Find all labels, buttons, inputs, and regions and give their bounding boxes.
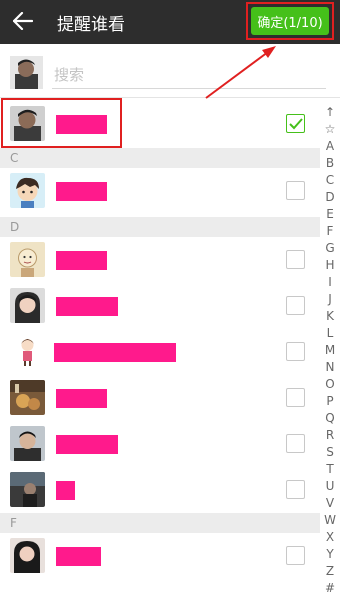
back-arrow-icon xyxy=(13,12,33,30)
index-letter[interactable]: K xyxy=(326,308,334,325)
name-redaction xyxy=(54,343,176,362)
contact-checkbox[interactable] xyxy=(286,342,305,361)
contact-checkbox[interactable] xyxy=(286,296,305,315)
index-letter[interactable]: ↑ xyxy=(325,104,335,121)
index-letter[interactable]: ☆ xyxy=(325,121,336,138)
contact-checkbox[interactable] xyxy=(286,546,305,565)
contact-row[interactable] xyxy=(0,375,320,421)
name-redaction xyxy=(56,251,107,270)
contact-row[interactable] xyxy=(0,283,320,329)
index-letter[interactable]: L xyxy=(327,325,334,342)
food-photo-avatar xyxy=(10,380,45,415)
dark-photo-avatar xyxy=(10,472,45,507)
contact-row[interactable] xyxy=(0,467,320,513)
man-portrait-avatar xyxy=(10,426,45,461)
name-redaction xyxy=(56,481,75,500)
index-letter[interactable]: E xyxy=(326,206,334,223)
contact-checkbox[interactable] xyxy=(286,480,305,499)
index-letter[interactable]: T xyxy=(326,461,333,478)
index-letter[interactable]: Q xyxy=(325,410,334,427)
cartoon-beige-avatar xyxy=(10,242,45,277)
selected-contact-highlight xyxy=(1,98,122,148)
contact-checkbox[interactable] xyxy=(286,434,305,453)
index-letter[interactable]: # xyxy=(325,580,335,597)
index-letter[interactable]: R xyxy=(326,427,334,444)
name-redaction xyxy=(56,182,107,201)
index-letter[interactable]: X xyxy=(326,529,334,546)
contact-checkbox[interactable] xyxy=(286,250,305,269)
contact-checkbox[interactable] xyxy=(286,388,305,407)
index-letter[interactable]: S xyxy=(326,444,334,461)
cartoon-girl-avatar xyxy=(10,334,45,369)
name-redaction xyxy=(56,435,118,454)
index-letter[interactable]: W xyxy=(324,512,336,529)
confirm-button[interactable]: 确定(1/10) xyxy=(251,7,329,35)
index-letter[interactable]: G xyxy=(325,240,334,257)
index-letter[interactable]: N xyxy=(326,359,335,376)
index-letter[interactable]: D xyxy=(325,189,334,206)
contact-checkbox[interactable] xyxy=(286,114,305,133)
index-letter[interactable]: Y xyxy=(326,546,333,563)
search-input[interactable] xyxy=(52,62,326,89)
index-letter[interactable]: V xyxy=(326,495,334,512)
section-header-f: F xyxy=(0,513,320,533)
girl-photo-avatar xyxy=(10,288,45,323)
contact-checkbox[interactable] xyxy=(286,181,305,200)
contact-row[interactable] xyxy=(0,533,320,579)
woman-photo-avatar xyxy=(10,538,45,573)
index-letter[interactable]: J xyxy=(328,291,332,308)
index-letter[interactable]: O xyxy=(325,376,334,393)
search-row xyxy=(0,44,340,98)
index-letter[interactable]: B xyxy=(326,155,334,172)
index-letter[interactable]: H xyxy=(325,257,334,274)
contact-row[interactable] xyxy=(0,329,320,375)
name-redaction xyxy=(56,547,101,566)
index-letter[interactable]: P xyxy=(326,393,333,410)
name-redaction xyxy=(56,297,118,316)
index-letter[interactable]: Z xyxy=(326,563,334,580)
confirm-highlight: 确定(1/10) xyxy=(246,2,334,40)
section-header-d: D xyxy=(0,217,320,237)
name-redaction xyxy=(56,389,107,408)
page-title: 提醒谁看 xyxy=(57,15,125,35)
index-letter[interactable]: U xyxy=(326,478,335,495)
back-button[interactable] xyxy=(8,6,38,36)
section-header-c: C xyxy=(0,148,320,168)
contact-row[interactable] xyxy=(0,421,320,467)
cartoon-boy-avatar xyxy=(10,173,45,208)
checkmark-icon xyxy=(289,118,303,130)
contact-row[interactable] xyxy=(0,168,320,214)
alphabet-index[interactable]: ↑ ☆ A B C D E F G H I J K L M N O P Q R S T U V W X Y Z # xyxy=(320,104,340,595)
selected-avatar xyxy=(10,56,43,89)
index-letter[interactable]: I xyxy=(328,274,332,291)
index-letter[interactable]: M xyxy=(325,342,335,359)
contact-row[interactable] xyxy=(0,237,320,283)
index-letter[interactable]: C xyxy=(326,172,334,189)
index-letter[interactable]: A xyxy=(326,138,334,155)
top-bar: 提醒谁看 确定(1/10) xyxy=(0,0,340,44)
index-letter[interactable]: F xyxy=(327,223,334,240)
